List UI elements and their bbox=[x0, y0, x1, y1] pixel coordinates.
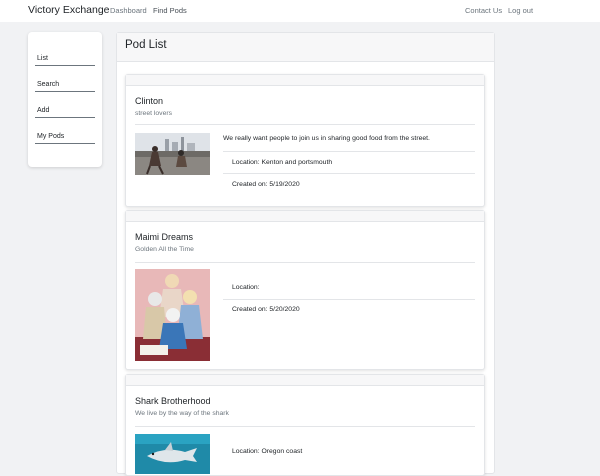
pod-name[interactable]: Maimi Dreams bbox=[135, 232, 193, 242]
nav-contact-us-link[interactable]: Contact Us bbox=[465, 6, 502, 15]
pod-tagline: street lovers bbox=[135, 110, 173, 117]
divider bbox=[135, 262, 475, 263]
pod-name[interactable]: Clinton bbox=[135, 96, 163, 106]
page-title: Pod List bbox=[125, 39, 167, 51]
divider bbox=[135, 124, 475, 125]
nav-logout-link[interactable]: Log out bbox=[508, 6, 533, 15]
pod-tagline: We live by the way of the shark bbox=[135, 410, 229, 417]
sidebar-item-label: Search bbox=[37, 81, 60, 88]
divider bbox=[223, 173, 475, 174]
group-photo-icon bbox=[135, 269, 210, 361]
pod-tagline: Golden All the Time bbox=[135, 246, 194, 253]
sidebar: List Search Add My Pods bbox=[28, 32, 102, 167]
sidebar-item-my-pods[interactable]: My Pods bbox=[35, 132, 95, 144]
pod-card-maimi-dreams[interactable]: Maimi Dreams Golden All the Time Locatio… bbox=[125, 210, 485, 370]
panel-header: Pod List bbox=[117, 33, 494, 62]
brand-link[interactable]: Victory Exchange bbox=[28, 4, 110, 16]
pod-created-date: Created on: 5/19/2020 bbox=[232, 181, 300, 188]
shark-photo-icon bbox=[135, 434, 210, 474]
nav-dashboard-link[interactable]: Dashboard bbox=[110, 6, 147, 15]
card-header-strip bbox=[126, 375, 484, 386]
divider bbox=[223, 299, 475, 300]
pod-location: Location: Kenton and portsmouth bbox=[232, 159, 333, 166]
nav-find-pods-link[interactable]: Find Pods bbox=[153, 6, 187, 15]
pod-location: Location: bbox=[232, 284, 260, 291]
sidebar-item-list[interactable]: List bbox=[35, 54, 95, 66]
pod-description: We really want people to join us in shar… bbox=[223, 135, 430, 142]
pod-created-date: Created on: 5/20/2020 bbox=[232, 306, 300, 313]
top-navbar: Victory Exchange Dashboard Find Pods Con… bbox=[0, 0, 600, 22]
pod-card-clinton[interactable]: Clinton street lovers We really want peo… bbox=[125, 74, 485, 207]
divider bbox=[135, 426, 475, 427]
sidebar-item-add[interactable]: Add bbox=[35, 106, 95, 118]
sidebar-item-label: List bbox=[37, 55, 48, 62]
sidebar-item-search[interactable]: Search bbox=[35, 80, 95, 92]
pod-card-shark-brotherhood[interactable]: Shark Brotherhood We live by the way of … bbox=[125, 374, 485, 476]
divider bbox=[223, 151, 475, 152]
card-header-strip bbox=[126, 75, 484, 86]
card-header-strip bbox=[126, 211, 484, 222]
pod-location: Location: Oregon coast bbox=[232, 448, 303, 455]
street-photo-icon bbox=[135, 133, 210, 175]
sidebar-item-label: My Pods bbox=[37, 133, 65, 140]
pod-name[interactable]: Shark Brotherhood bbox=[135, 396, 211, 406]
sidebar-item-label: Add bbox=[37, 107, 50, 114]
